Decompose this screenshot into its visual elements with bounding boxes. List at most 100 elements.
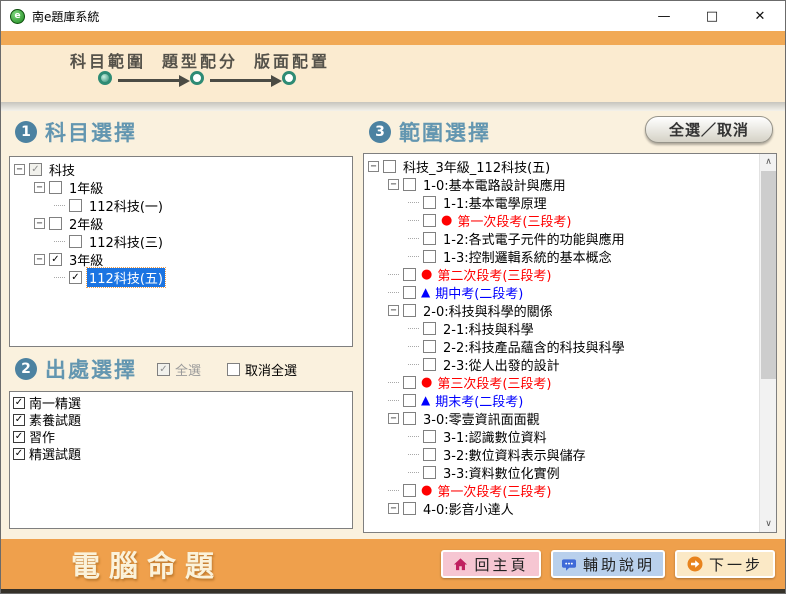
home-button[interactable]: 回主頁 bbox=[441, 550, 541, 578]
tree-row[interactable]: ●第三次段考(三段考) bbox=[364, 373, 759, 391]
tree-row[interactable]: − 2-0:科技與科學的關係 bbox=[364, 301, 759, 319]
checkbox[interactable] bbox=[49, 181, 62, 194]
checkbox[interactable] bbox=[403, 394, 416, 407]
checkbox[interactable] bbox=[423, 232, 436, 245]
checkbox[interactable]: ✓ bbox=[69, 271, 82, 284]
tree-label[interactable]: 1-0:基本電路設計與應用 bbox=[421, 175, 568, 194]
checkbox[interactable] bbox=[403, 376, 416, 389]
step-circle[interactable] bbox=[282, 71, 296, 85]
source-list-item[interactable]: ✓南一精選 bbox=[10, 394, 352, 411]
checkbox[interactable]: ✓ bbox=[13, 414, 25, 426]
checkbox[interactable] bbox=[423, 214, 436, 227]
tree-label[interactable]: 112科技(一) bbox=[87, 196, 165, 215]
minus-expander-icon[interactable]: − bbox=[388, 503, 399, 514]
minimize-button[interactable]: — bbox=[655, 9, 673, 24]
deselect-all-checkbox[interactable] bbox=[227, 363, 240, 376]
tree-label[interactable]: 第一次段考(三段考) bbox=[435, 481, 553, 500]
checkbox[interactable] bbox=[423, 358, 436, 371]
step-circle[interactable] bbox=[98, 71, 112, 85]
tree-label[interactable]: 1-1:基本電學原理 bbox=[441, 193, 549, 212]
tree-label[interactable]: 4-0:影音小達人 bbox=[421, 499, 516, 518]
tree-label[interactable]: 科技_3年級_112科技(五) bbox=[401, 157, 552, 176]
checkbox[interactable]: ✓ bbox=[13, 448, 25, 460]
checkbox[interactable] bbox=[423, 466, 436, 479]
checkbox[interactable] bbox=[383, 160, 396, 173]
checkbox[interactable] bbox=[423, 448, 436, 461]
select-all-option[interactable]: ✓ 全選 bbox=[157, 360, 201, 379]
tree-row[interactable]: ▲期中考(二段考) bbox=[364, 283, 759, 301]
checkbox[interactable] bbox=[403, 412, 416, 425]
tree-label[interactable]: 2-0:科技與科學的關係 bbox=[421, 301, 555, 320]
tree-row[interactable]: 3-3:資料數位化實例 bbox=[364, 463, 759, 481]
minus-expander-icon[interactable]: − bbox=[34, 218, 45, 229]
tree-row[interactable]: − 1-0:基本電路設計與應用 bbox=[364, 175, 759, 193]
tree-label[interactable]: 第三次段考(三段考) bbox=[435, 373, 553, 392]
tree-label[interactable]: 3-2:數位資料表示與儲存 bbox=[441, 445, 588, 464]
tree-row[interactable]: ●第二次段考(三段考) bbox=[364, 265, 759, 283]
tree-label[interactable]: 科技 bbox=[47, 160, 77, 179]
minus-expander-icon[interactable]: − bbox=[34, 182, 45, 193]
tree-row[interactable]: − 1年級 bbox=[10, 178, 352, 196]
tree-row[interactable]: 3-1:認識數位資料 bbox=[364, 427, 759, 445]
checkbox[interactable] bbox=[423, 250, 436, 263]
tree-label[interactable]: 1-3:控制邏輯系統的基本概念 bbox=[441, 247, 614, 266]
tree-row[interactable]: 1-2:各式電子元件的功能與應用 bbox=[364, 229, 759, 247]
checkbox[interactable] bbox=[403, 304, 416, 317]
tree-label[interactable]: 3年級 bbox=[67, 250, 105, 269]
minus-expander-icon[interactable]: − bbox=[34, 254, 45, 265]
checkbox[interactable]: ✓ bbox=[29, 163, 42, 176]
close-button[interactable]: ✕ bbox=[751, 9, 769, 24]
tree-label[interactable]: 2-2:科技產品蘊含的科技與科學 bbox=[441, 337, 627, 356]
minus-expander-icon[interactable]: − bbox=[388, 413, 399, 424]
tree-row[interactable]: 112科技(一) bbox=[10, 196, 352, 214]
maximize-button[interactable]: □ bbox=[703, 9, 721, 24]
tree-row[interactable]: ●第一次段考(三段考) bbox=[364, 211, 759, 229]
tree-label[interactable]: 期中考(二段考) bbox=[433, 283, 525, 302]
next-step-button[interactable]: 下一步 bbox=[675, 550, 775, 578]
tree-row[interactable]: 2-1:科技與科學 bbox=[364, 319, 759, 337]
tree-label[interactable]: 2-1:科技與科學 bbox=[441, 319, 536, 338]
scrollbar[interactable]: ∧ ∨ bbox=[759, 154, 776, 532]
tree-row[interactable]: −✓3年級 bbox=[10, 250, 352, 268]
source-list-item[interactable]: ✓素養試題 bbox=[10, 411, 352, 428]
checkbox[interactable]: ✓ bbox=[13, 431, 25, 443]
checkbox[interactable] bbox=[403, 268, 416, 281]
checkbox[interactable] bbox=[403, 502, 416, 515]
tree-label[interactable]: 3-1:認識數位資料 bbox=[441, 427, 549, 446]
tree-label[interactable]: 第二次段考(三段考) bbox=[435, 265, 553, 284]
scroll-up-icon[interactable]: ∧ bbox=[760, 154, 777, 170]
checkbox[interactable] bbox=[69, 235, 82, 248]
tree-row[interactable]: ●第一次段考(三段考) bbox=[364, 481, 759, 499]
scrollbar-thumb[interactable] bbox=[761, 171, 776, 379]
checkbox[interactable] bbox=[423, 196, 436, 209]
tree-row[interactable]: 1-3:控制邏輯系統的基本概念 bbox=[364, 247, 759, 265]
scroll-down-icon[interactable]: ∨ bbox=[760, 516, 777, 532]
tree-row[interactable]: −科技_3年級_112科技(五) bbox=[364, 157, 759, 175]
tree-label[interactable]: 2-3:從人出發的設計 bbox=[441, 355, 562, 374]
select-all-checkbox[interactable]: ✓ bbox=[157, 363, 170, 376]
tree-label[interactable]: 112科技(三) bbox=[87, 232, 165, 251]
tree-label[interactable]: 3-0:零壹資訊面面觀 bbox=[421, 409, 542, 428]
minus-expander-icon[interactable]: − bbox=[388, 305, 399, 316]
deselect-all-option[interactable]: 取消全選 bbox=[227, 360, 297, 379]
tree-row[interactable]: − 2年級 bbox=[10, 214, 352, 232]
tree-row[interactable]: 1-1:基本電學原理 bbox=[364, 193, 759, 211]
minus-expander-icon[interactable]: − bbox=[14, 164, 25, 175]
tree-label[interactable]: 1-2:各式電子元件的功能與應用 bbox=[441, 229, 627, 248]
minus-expander-icon[interactable]: − bbox=[388, 179, 399, 190]
checkbox[interactable]: ✓ bbox=[13, 397, 25, 409]
tree-row[interactable]: ▲期末考(二段考) bbox=[364, 391, 759, 409]
tree-row[interactable]: −✓ 科技 bbox=[10, 160, 352, 178]
checkbox[interactable] bbox=[403, 484, 416, 497]
checkbox[interactable] bbox=[49, 217, 62, 230]
tree-label[interactable]: 2年級 bbox=[67, 214, 105, 233]
checkbox[interactable] bbox=[69, 199, 82, 212]
tree-label[interactable]: 期末考(二段考) bbox=[433, 391, 525, 410]
select-toggle-button[interactable]: 全選／取消 bbox=[645, 116, 773, 143]
tree-label[interactable]: 1年級 bbox=[67, 178, 105, 197]
source-list-item[interactable]: ✓精選試題 bbox=[10, 445, 352, 462]
tree-row[interactable]: 3-2:數位資料表示與儲存 bbox=[364, 445, 759, 463]
tree-label[interactable]: 112科技(五) bbox=[87, 268, 165, 287]
tree-row[interactable]: 2-2:科技產品蘊含的科技與科學 bbox=[364, 337, 759, 355]
checkbox[interactable] bbox=[423, 430, 436, 443]
